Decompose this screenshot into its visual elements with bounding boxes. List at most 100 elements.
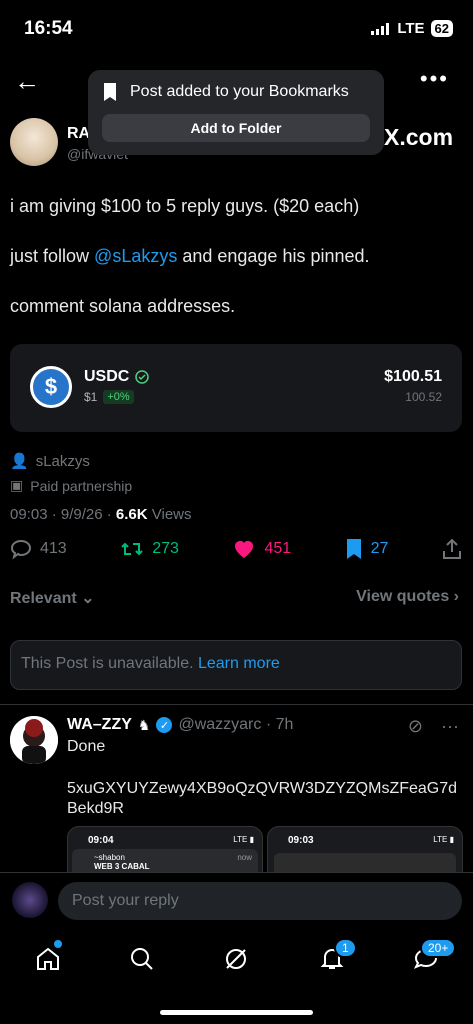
link-domain: X.com bbox=[384, 124, 454, 150]
post-text-line-1: i am giving $100 to 5 reply guys. ($20 e… bbox=[10, 196, 360, 216]
author-avatar[interactable] bbox=[10, 118, 58, 166]
reply-header-icons: ⊘ ··· bbox=[408, 716, 459, 737]
tab-home[interactable] bbox=[28, 944, 68, 974]
post-timestamp: 09:03 · 9/9/26 · 6.6K Views bbox=[10, 506, 192, 523]
view-quotes-link[interactable]: View quotes › bbox=[356, 588, 459, 606]
token-amount: 100.52 bbox=[405, 390, 442, 404]
share-button[interactable] bbox=[442, 538, 462, 560]
reply-icon bbox=[10, 539, 32, 560]
battery-level: 62 bbox=[430, 20, 453, 37]
thumb-2-status: LTE ▮ bbox=[433, 835, 454, 844]
thumb-2-time: 09:03 bbox=[288, 835, 314, 846]
reply-address-line-1: 5xuGXYUYZewy4XB9oQzQVRW3DZYZQMsZFeaG7d bbox=[67, 780, 458, 797]
grok-icon[interactable]: ⊘ bbox=[408, 716, 423, 737]
thumb-1-notification: ~shabon WEB 3 CABAL bbox=[72, 849, 258, 873]
views-count: 6.6K bbox=[115, 506, 148, 523]
home-indicator bbox=[160, 1010, 313, 1015]
sort-relevant-dropdown[interactable]: Relevant ⌄ bbox=[10, 588, 95, 608]
reply-image-1[interactable]: 09:04 LTE ▮ ~shabon WEB 3 CABAL now bbox=[67, 826, 263, 874]
chevron-down-icon: ⌄ bbox=[81, 590, 95, 607]
partnership-icon: ▣ bbox=[10, 477, 24, 493]
timestamp-text: 09:03 · 9/9/26 · bbox=[10, 506, 116, 523]
reply-button[interactable]: 413 bbox=[10, 538, 67, 560]
thumb-2-content bbox=[274, 853, 456, 873]
verified-badge-icon: ✓ bbox=[156, 717, 173, 733]
more-options-icon[interactable]: ••• bbox=[420, 66, 449, 92]
share-icon bbox=[442, 538, 461, 559]
heart-icon bbox=[235, 541, 254, 558]
add-to-folder-button[interactable]: Add to Folder bbox=[102, 114, 370, 142]
like-button[interactable]: 451 bbox=[232, 538, 291, 560]
mention-link[interactable]: @sLakzys bbox=[94, 246, 177, 266]
divider bbox=[0, 872, 473, 873]
sort-relevant-label: Relevant bbox=[10, 590, 77, 607]
notifications-badge: 1 bbox=[334, 938, 357, 958]
repost-button[interactable]: 273 bbox=[120, 538, 179, 560]
toast-message: Post added to your Bookmarks bbox=[130, 83, 349, 100]
repost-count: 273 bbox=[152, 540, 179, 557]
reply-more-icon[interactable]: ··· bbox=[441, 716, 459, 737]
chevron-right-icon: › bbox=[453, 588, 459, 605]
signal-icon bbox=[371, 22, 390, 35]
tab-grok[interactable] bbox=[216, 944, 256, 974]
reply-avatar[interactable] bbox=[10, 716, 58, 764]
unavailable-text: This Post is unavailable. bbox=[21, 655, 198, 672]
reply-header: WA–ZZY ♞ ✓ @wazzyarc · 7h bbox=[67, 716, 293, 734]
view-quotes-label: View quotes bbox=[356, 588, 450, 605]
token-symbol: USDC bbox=[84, 368, 130, 385]
network-type: LTE bbox=[397, 20, 425, 37]
token-name-row: USDC bbox=[84, 368, 150, 386]
usdc-coin-icon: $ bbox=[30, 366, 72, 408]
like-count: 451 bbox=[264, 540, 292, 557]
post-text-line-2: just follow @sLakzys and engage his pinn… bbox=[10, 246, 370, 267]
reply-handle[interactable]: @wazzyarc · 7h bbox=[178, 716, 293, 734]
token-price-row: $1 +0% bbox=[84, 390, 134, 404]
reply-input[interactable]: Post your reply bbox=[58, 882, 462, 920]
token-card[interactable]: $ USDC $1 +0% $100.51 100.52 bbox=[10, 344, 462, 432]
reply-author-name[interactable]: WA–ZZY bbox=[67, 716, 132, 734]
views-label: Views bbox=[147, 506, 192, 523]
reply-image-2[interactable]: 09:03 LTE ▮ bbox=[267, 826, 463, 874]
bookmark-count: 27 bbox=[370, 540, 389, 557]
post-text-prefix: just follow bbox=[10, 246, 95, 266]
author-name[interactable]: RA bbox=[67, 125, 90, 143]
home-dot-indicator bbox=[54, 940, 62, 948]
token-change: +0% bbox=[103, 390, 134, 404]
repost-icon bbox=[121, 542, 143, 556]
thumb-1-time: 09:04 bbox=[88, 835, 114, 846]
thumb-1-group: WEB 3 CABAL bbox=[94, 862, 150, 871]
post-text-line-3: comment solana addresses. bbox=[10, 296, 236, 316]
bookmark-button[interactable]: 27 bbox=[345, 538, 389, 560]
reply-text: Done bbox=[67, 738, 106, 755]
learn-more-link[interactable]: Learn more bbox=[198, 655, 280, 672]
paid-partnership: ▣ Paid partnership bbox=[10, 477, 132, 494]
unavailable-post-notice: This Post is unavailable. Learn more bbox=[10, 640, 462, 690]
token-value: $100.51 bbox=[384, 368, 442, 385]
grok-icon bbox=[226, 949, 246, 969]
status-indicators: LTE 62 bbox=[371, 20, 453, 37]
search-icon bbox=[131, 948, 153, 970]
status-time: 16:54 bbox=[24, 18, 73, 39]
reply-address-line-2: Bekd9R bbox=[67, 800, 124, 817]
post-actions: 413 273 451 27 bbox=[10, 538, 462, 560]
reply-avatar-image bbox=[10, 716, 58, 764]
partner-user-name: sLakzys bbox=[35, 452, 90, 470]
divider bbox=[0, 704, 473, 705]
token-price: $1 bbox=[84, 390, 98, 404]
back-arrow-icon[interactable]: ← bbox=[14, 66, 40, 97]
bookmark-icon bbox=[104, 83, 116, 101]
thumb-1-status: LTE ▮ bbox=[233, 835, 254, 844]
messages-badge: 20+ bbox=[420, 938, 457, 958]
bookmark-filled-icon bbox=[346, 539, 361, 559]
horse-icon: ♞ bbox=[137, 716, 151, 733]
my-avatar bbox=[12, 882, 48, 918]
thumb-1-ago: now bbox=[237, 853, 252, 862]
reply-count: 413 bbox=[40, 540, 67, 557]
bookmark-toast: Post added to your Bookmarks Add to Fold… bbox=[88, 70, 384, 155]
post-text-suffix: and engage his pinned. bbox=[177, 246, 370, 266]
tab-search[interactable] bbox=[122, 944, 162, 974]
verified-check-icon bbox=[135, 370, 150, 384]
partner-user[interactable]: 👤 sLakzys bbox=[10, 452, 90, 471]
home-icon bbox=[37, 947, 59, 970]
thumb-1-sender: ~shabon bbox=[94, 853, 125, 862]
